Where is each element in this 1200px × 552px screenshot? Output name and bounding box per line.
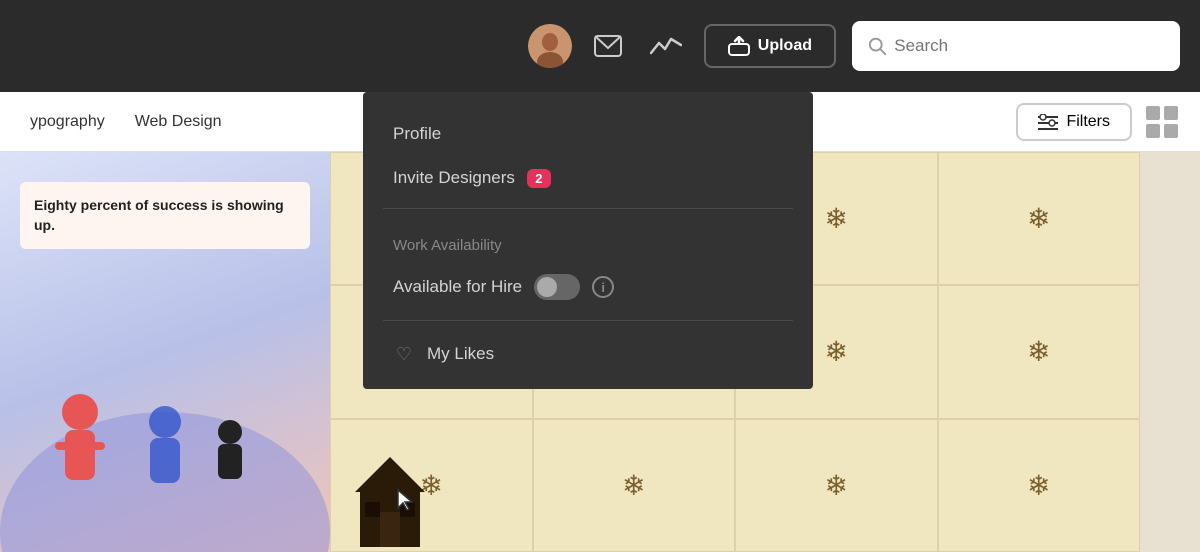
analytics-button[interactable] — [644, 29, 688, 63]
work-availability-label: Work Availability — [393, 237, 502, 254]
toggle-knob — [537, 277, 557, 297]
grid-icon — [1144, 104, 1180, 140]
dropdown-menu: Profile Invite Designers 2 Work Availabi… — [363, 92, 813, 389]
filters-label: Filters — [1066, 113, 1110, 131]
house-icon — [350, 452, 430, 552]
tab-web-design[interactable]: Web Design — [135, 109, 222, 135]
available-for-hire-toggle[interactable] — [534, 274, 580, 300]
snowflake-cell: ❄ — [533, 419, 736, 552]
profile-menu-item[interactable]: Profile — [363, 112, 813, 156]
grid-toggle[interactable] — [1144, 104, 1180, 140]
my-likes-label: My Likes — [427, 344, 494, 364]
filters-icon — [1038, 114, 1058, 130]
card-illustration-inner: Eighty percent of success is showing up. — [0, 152, 330, 552]
available-for-hire-item[interactable]: Available for Hire i — [363, 262, 813, 312]
analytics-icon — [650, 35, 682, 57]
work-availability-header: Work Availability — [363, 217, 813, 262]
quote-text: Eighty percent of success is showing up. — [20, 182, 310, 249]
heart-icon: ♡ — [393, 343, 415, 365]
snowflake-cell: ❄ — [735, 419, 938, 552]
avatar-svg — [528, 24, 572, 68]
snowflake-cell: ❄ — [938, 285, 1141, 418]
tab-typography[interactable]: ypography — [30, 109, 105, 135]
invite-badge: 2 — [527, 169, 551, 188]
available-for-hire-label: Available for Hire — [393, 277, 522, 297]
menu-divider-1 — [383, 208, 793, 209]
upload-icon — [728, 36, 750, 56]
snowflake-cell: ❄ — [938, 152, 1141, 285]
search-icon — [868, 36, 886, 56]
search-box[interactable] — [852, 21, 1180, 71]
card-partial — [1140, 152, 1200, 552]
menu-divider-2 — [383, 320, 793, 321]
right-controls: Filters — [1016, 92, 1180, 152]
my-likes-menu-item[interactable]: ♡ My Likes — [363, 329, 813, 379]
illustration-svg — [0, 312, 330, 552]
info-icon[interactable]: i — [592, 276, 614, 298]
avatar[interactable] — [528, 24, 572, 68]
search-input[interactable] — [894, 36, 1164, 56]
card-illustration: Eighty percent of success is showing up. — [0, 152, 330, 552]
upload-button[interactable]: Upload — [704, 24, 836, 68]
invite-designers-label: Invite Designers — [393, 168, 515, 188]
filters-button[interactable]: Filters — [1016, 103, 1132, 141]
upload-label: Upload — [758, 37, 812, 55]
snowflake-cell: ❄ — [938, 419, 1141, 552]
message-icon — [594, 35, 622, 57]
top-navigation: Upload — [0, 0, 1200, 92]
avatar-image — [528, 24, 572, 68]
messages-button[interactable] — [588, 29, 628, 63]
invite-designers-menu-item[interactable]: Invite Designers 2 — [363, 156, 813, 200]
profile-label: Profile — [393, 124, 441, 144]
